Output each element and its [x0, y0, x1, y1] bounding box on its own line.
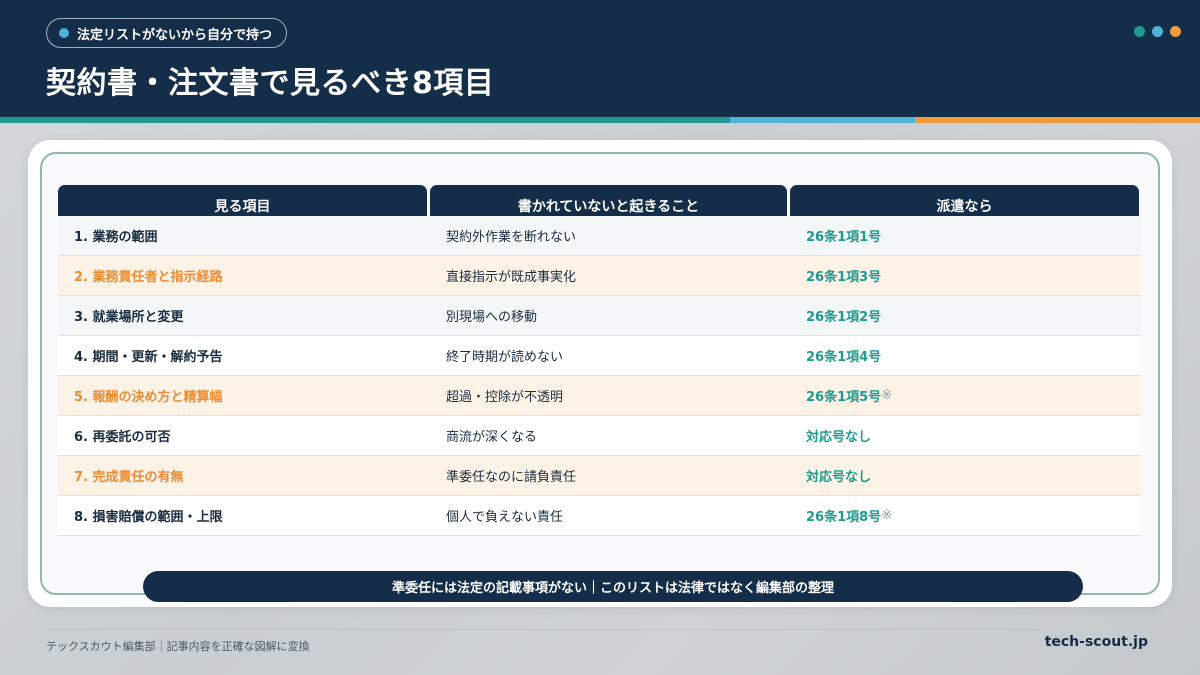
dispatch-cell: 26条1項8号 ※: [806, 496, 892, 535]
footer-divider: [46, 629, 1040, 630]
table-row: 7. 完成責任の有無 準委任なのに請負責任 対応号なし: [58, 456, 1141, 496]
dispatch-cell: 対応号なし: [806, 416, 871, 455]
dispatch-cell: 対応号なし: [806, 456, 871, 495]
dispatch-article: 26条1項4号: [806, 350, 882, 365]
dispatch-cell: 26条1項3号: [806, 256, 881, 295]
dispatch-article: 26条1項2号: [806, 310, 882, 325]
dispatch-cell: 26条1項2号: [806, 296, 881, 335]
consequence-cell: 準委任なのに請負責任: [446, 470, 577, 485]
header-bar: 法定リストがないから自分で持つ 契約書・注文書で見るべき8項目: [0, 0, 1200, 117]
table-row: 2. 業務責任者と指示経路 直接指示が既成事実化 26条1項3号: [58, 256, 1141, 296]
dispatch-article: 26条1項5号: [806, 390, 882, 405]
footnote-banner: 準委任には法定の記載事項がない｜このリストは法律ではなく編集部の整理: [143, 571, 1083, 602]
table-row: 1. 業務の範囲 契約外作業を断れない 26条1項1号: [58, 216, 1141, 256]
dispatch-article: 対応号なし: [806, 430, 872, 445]
consequence-cell: 直接指示が既成事実化: [446, 270, 577, 285]
dispatch-article: 26条1項8号: [806, 510, 882, 525]
dispatch-cell: 26条1項1号: [806, 216, 881, 255]
content-card: 見る項目 書かれていないと起きること 派遣なら 準委任には法定の記載事項がない｜…: [28, 140, 1172, 607]
orange-dot-icon: [1170, 26, 1181, 37]
decorative-dots: [1134, 26, 1181, 37]
dispatch-cell: 26条1項4号: [806, 336, 881, 375]
tag-dot-icon: [59, 28, 69, 38]
item-cell: 3. 就業場所と変更: [74, 310, 184, 325]
teal-dot-icon: [1134, 26, 1145, 37]
item-cell: 4. 期間・更新・解約予告: [74, 350, 223, 365]
consequence-cell: 別現場への移動: [446, 310, 538, 325]
footer-site: tech-scout.jp: [1044, 634, 1148, 650]
table-row: 5. 報酬の決め方と精算幅 超過・控除が不透明 26条1項5号 ※: [58, 376, 1141, 416]
sky-dot-icon: [1152, 26, 1163, 37]
consequence-cell: 契約外作業を断れない: [446, 230, 577, 245]
consequence-cell: 超過・控除が不透明: [446, 390, 564, 405]
table-row: 6. 再委託の可否 商流が深くなる 対応号なし: [58, 416, 1141, 456]
dispatch-article: 26条1項3号: [806, 270, 882, 285]
checklist-table-body: 1. 業務の範囲 契約外作業を断れない 26条1項1号 2. 業務責任者と指示経路 直接…: [58, 216, 1141, 536]
table-row: 8. 損害賠償の範囲・上限 個人で負えない責任 26条1項8号 ※: [58, 496, 1141, 536]
topic-tag-label: 法定リストがないから自分で持つ: [77, 27, 273, 43]
item-cell: 7. 完成責任の有無: [74, 470, 184, 485]
footer-credit: テックスカウト編集部｜記事内容を正確な図解に変換: [46, 640, 310, 653]
item-cell: 5. 報酬の決め方と精算幅: [74, 390, 223, 405]
page-title: 契約書・注文書で見るべき8項目: [46, 66, 495, 101]
note-mark: ※: [881, 508, 893, 523]
consequence-cell: 終了時期が読めない: [446, 350, 564, 365]
table-row: 4. 期間・更新・解約予告 終了時期が読めない 26条1項4号: [58, 336, 1141, 376]
table-row: 3. 就業場所と変更 別現場への移動 26条1項2号: [58, 296, 1141, 336]
topic-tag: 法定リストがないから自分で持つ: [46, 18, 288, 48]
dispatch-article: 26条1項1号: [806, 230, 882, 245]
consequence-cell: 個人で負えない責任: [446, 510, 564, 525]
note-mark: ※: [881, 388, 893, 403]
item-cell: 1. 業務の範囲: [74, 230, 158, 245]
dispatch-article: 対応号なし: [806, 470, 872, 485]
item-cell: 2. 業務責任者と指示経路: [74, 270, 223, 285]
consequence-cell: 商流が深くなる: [446, 430, 538, 445]
accent-stripe-orange: [915, 117, 1200, 123]
item-cell: 6. 再委託の可否: [74, 430, 171, 445]
accent-stripe-teal: [0, 117, 730, 123]
accent-stripe-sky: [730, 117, 915, 123]
dispatch-cell: 26条1項5号 ※: [806, 376, 892, 415]
item-cell: 8. 損害賠償の範囲・上限: [74, 510, 223, 525]
